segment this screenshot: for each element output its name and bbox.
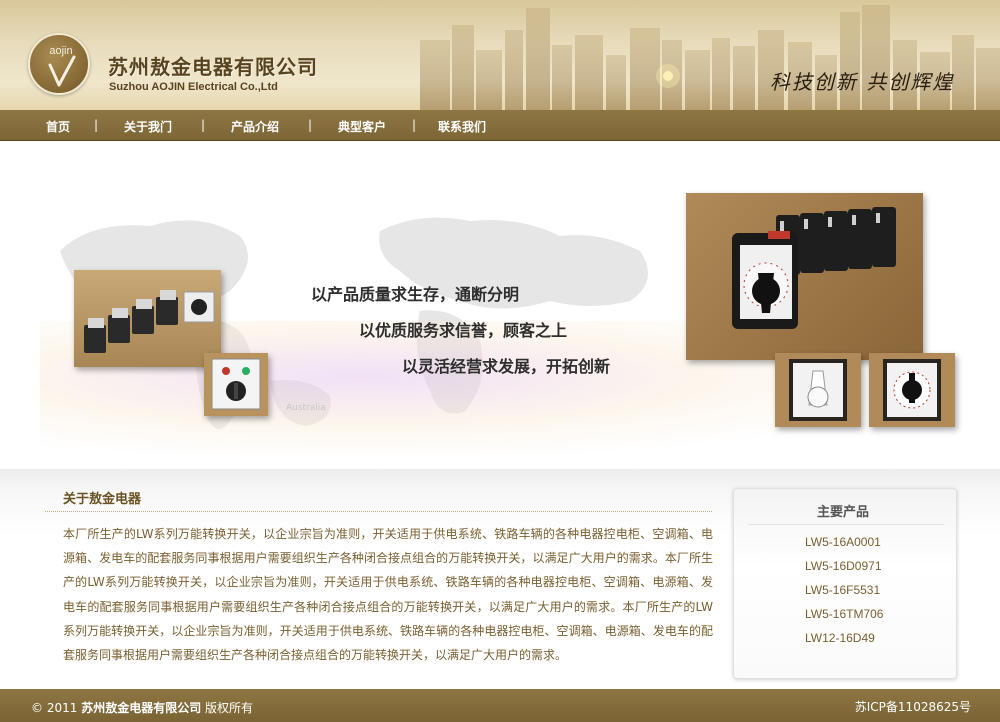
- site-header: aojin 苏州敖金电器有限公司 Suzhou AOJIN Electrical…: [0, 0, 1000, 110]
- logo-check-icon: [48, 55, 76, 87]
- nav-contact[interactable]: 联系我们: [438, 118, 486, 135]
- product-link[interactable]: LW5-16TM706: [805, 607, 883, 621]
- about-divider: [45, 511, 712, 512]
- product-photo-rotary-switch: [686, 193, 923, 360]
- main-nav: 首页 | 关于我门 | 产品介绍 | 典型客户 | 联系我们: [0, 110, 1000, 141]
- about-title: 关于敖金电器: [63, 492, 142, 507]
- copyright-year: © 2011: [31, 701, 78, 715]
- tagline-3: 以灵活经营求发展，开拓创新: [402, 357, 611, 376]
- about-text: 本厂所生产的LW系列万能转换开关，以企业宗旨为准则，开关适用于供电系统、铁路车辆…: [63, 527, 713, 663]
- tagline-2: 以优质服务求信誉，顾客之上: [359, 321, 568, 340]
- tagline-1: 以产品质量求生存，通断分明: [311, 285, 520, 304]
- product-link[interactable]: LW5-16D0971: [805, 559, 882, 573]
- nav-separator: |: [308, 118, 313, 132]
- product-photo-selector-black: [869, 353, 955, 427]
- main-products-panel: 主要产品 LW5-16A0001 LW5-16D0971 LW5-16F5531…: [733, 488, 957, 679]
- footer-copyright: © 2011 苏州敖金电器有限公司 版权所有: [31, 699, 253, 716]
- company-logo[interactable]: aojin: [28, 33, 90, 95]
- product-photo-control-panel: [204, 353, 268, 416]
- hero-banner: Australia 以产品质量求生存，通断分明 以优质服务求信誉，顾客之上 以灵…: [0, 141, 1000, 469]
- footer-icp[interactable]: 苏ICP备11028625号: [855, 698, 971, 715]
- nav-separator: |: [94, 118, 99, 132]
- company-name-cn: 苏州敖金电器有限公司: [108, 55, 318, 79]
- product-photo-selector-white: [775, 353, 861, 427]
- product-link[interactable]: LW5-16A0001: [805, 535, 881, 549]
- product-photo-switch-row: [74, 270, 221, 367]
- nav-home[interactable]: 首页: [46, 118, 70, 135]
- site-footer: © 2011 苏州敖金电器有限公司 版权所有 苏ICP备11028625号: [0, 689, 1000, 722]
- header-slogan: 科技创新 共创辉煌: [770, 70, 955, 94]
- nav-about[interactable]: 关于我门: [124, 118, 172, 135]
- footer-rights: 版权所有: [205, 701, 254, 715]
- nav-separator: |: [412, 118, 417, 132]
- map-label-australia: Australia: [286, 403, 326, 413]
- product-link[interactable]: LW12-16D49: [805, 631, 875, 645]
- footer-company: 苏州敖金电器有限公司: [81, 701, 202, 715]
- nav-customers[interactable]: 典型客户: [338, 118, 386, 135]
- nav-products[interactable]: 产品介绍: [231, 118, 279, 135]
- nav-separator: |: [201, 118, 206, 132]
- company-name-en: Suzhou AOJIN Electrical Co.,Ltd: [109, 81, 278, 93]
- products-title: 主要产品: [816, 505, 869, 520]
- products-divider: [748, 524, 944, 525]
- product-link[interactable]: LW5-16F5531: [805, 583, 880, 597]
